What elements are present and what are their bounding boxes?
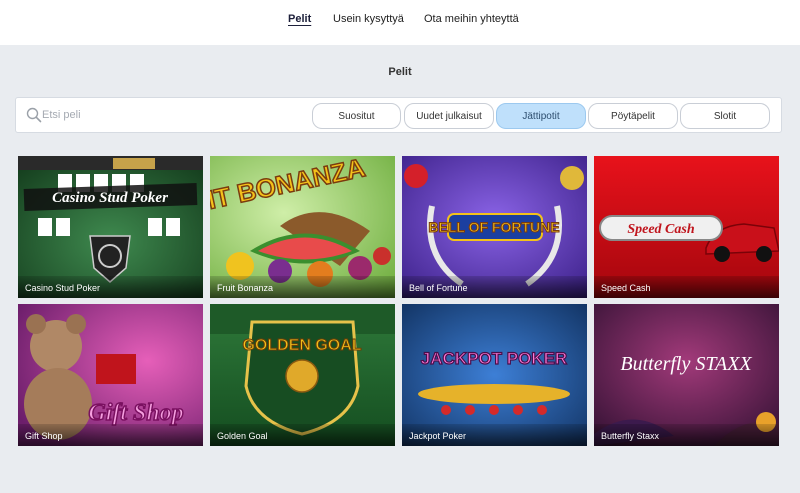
game-logo-text: FRUIT BONANZA	[210, 156, 368, 226]
filter-uudet-julkaisut[interactable]: Uudet julkaisut	[404, 103, 494, 129]
game-logo-text: Butterfly STAXX	[620, 353, 752, 375]
game-title: Butterfly Staxx	[601, 431, 660, 441]
filter-poytapelit[interactable]: Pöytäpelit	[588, 103, 678, 129]
game-logo-text: Gift Shop	[88, 400, 183, 426]
search-icon	[26, 107, 42, 123]
game-logo-text: GOLDEN GOAL	[242, 337, 361, 354]
filter-bar: Suositut Uudet julkaisut Jättipotit Pöyt…	[15, 97, 782, 133]
top-navigation: Pelit Usein kysyttyä Ota meihin yhteyttä	[0, 0, 800, 45]
game-title: Casino Stud Poker	[25, 283, 101, 293]
game-logo-text: JACKPOT POKER	[421, 349, 567, 368]
game-caption: Gift Shop	[18, 424, 203, 446]
game-caption: Jackpot Poker	[402, 424, 587, 446]
game-title: Bell of Fortune	[409, 283, 468, 293]
game-tile-casino-stud-poker[interactable]: Casino Stud Poker Casino Stud Poker	[18, 156, 203, 298]
game-caption: Bell of Fortune	[402, 276, 587, 298]
game-logo-text: Casino Stud Poker	[52, 190, 168, 206]
section-title: Pelit	[388, 66, 412, 78]
game-title: Speed Cash	[601, 283, 651, 293]
game-caption: Speed Cash	[594, 276, 779, 298]
game-caption: Golden Goal	[210, 424, 395, 446]
game-title: Gift Shop	[25, 431, 63, 441]
game-tile-bell-of-fortune[interactable]: BELL OF FORTUNE Bell of Fortune	[402, 156, 587, 298]
filter-slotit[interactable]: Slotit	[680, 103, 770, 129]
game-tile-jackpot-poker[interactable]: JACKPOT POKER Jackpot Poker	[402, 304, 587, 446]
nav-item-pelit[interactable]: Pelit	[288, 13, 311, 25]
nav-item-faq[interactable]: Usein kysyttyä	[333, 13, 404, 25]
game-tile-fruit-bonanza[interactable]: FRUIT BONANZA Fruit Bonanza	[210, 156, 395, 298]
game-tile-gift-shop[interactable]: Gift Shop Gift Shop	[18, 304, 203, 446]
game-tile-golden-goal[interactable]: GOLDEN GOAL Golden Goal	[210, 304, 395, 446]
game-caption: Casino Stud Poker	[18, 276, 203, 298]
game-caption: Butterfly Staxx	[594, 424, 779, 446]
game-tile-speed-cash[interactable]: Speed Cash Speed Cash	[594, 156, 779, 298]
filter-suositut[interactable]: Suositut	[312, 103, 401, 129]
search-input[interactable]	[42, 106, 222, 124]
nav-item-contact[interactable]: Ota meihin yhteyttä	[424, 13, 519, 25]
game-title: Jackpot Poker	[409, 431, 467, 441]
game-logo-text: Speed Cash	[627, 222, 695, 237]
filter-jattipotit[interactable]: Jättipotit	[496, 103, 586, 129]
game-title: Fruit Bonanza	[217, 283, 274, 293]
game-title: Golden Goal	[217, 431, 268, 441]
game-logo-text: BELL OF FORTUNE	[428, 219, 559, 235]
game-tile-butterfly-staxx[interactable]: Butterfly STAXX Butterfly Staxx	[594, 304, 779, 446]
game-caption: Fruit Bonanza	[210, 276, 395, 298]
